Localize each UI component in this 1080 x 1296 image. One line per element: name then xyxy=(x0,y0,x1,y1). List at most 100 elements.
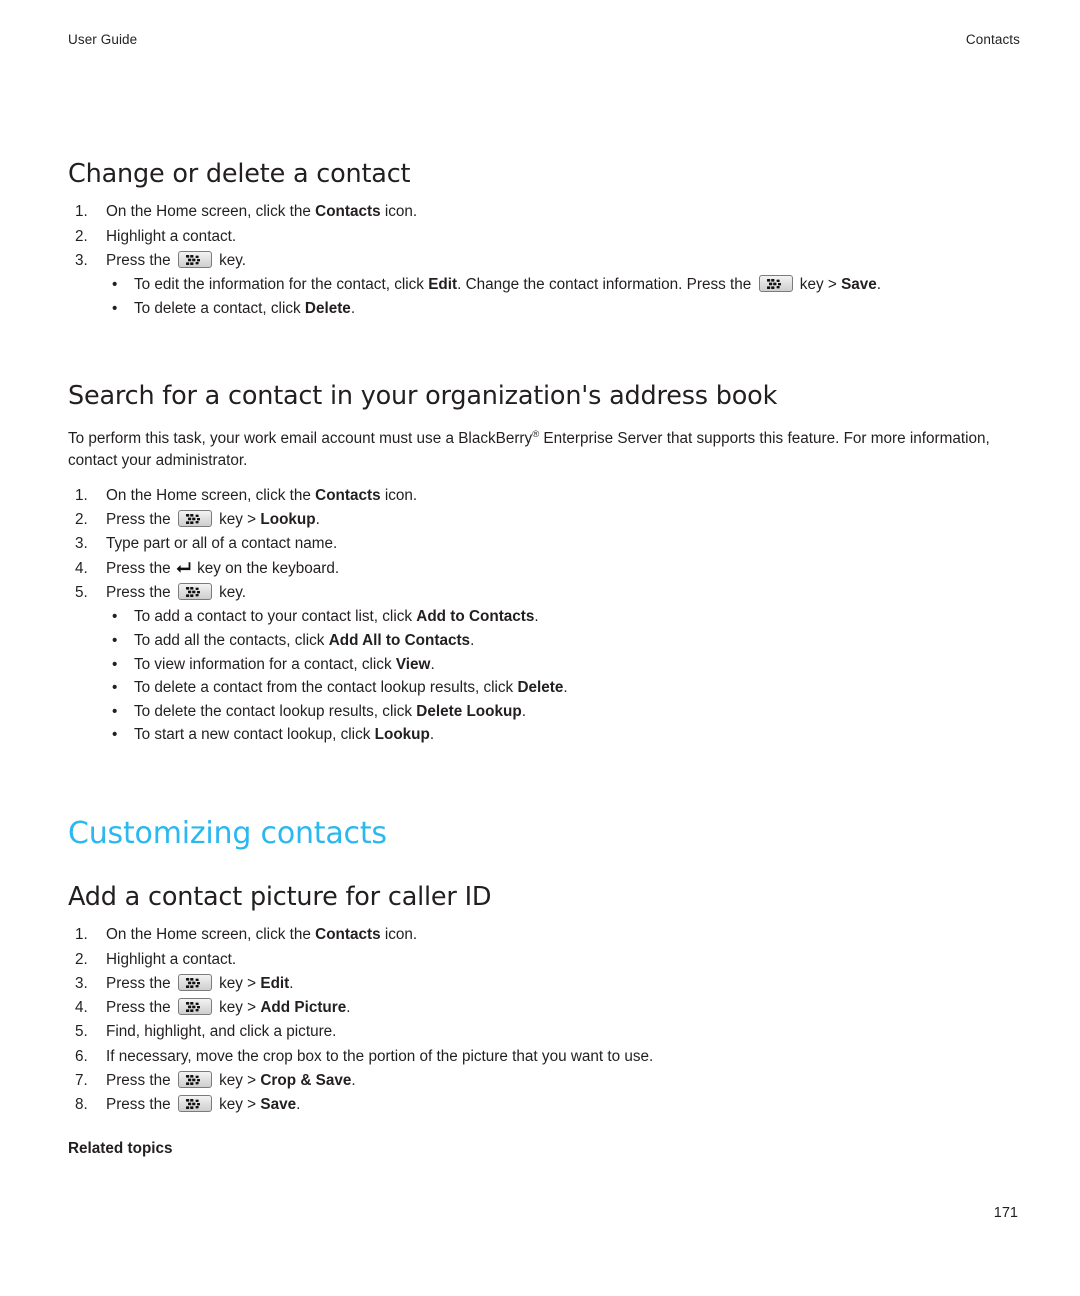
bullet-item: • To delete a contact from the contact lo… xyxy=(68,676,998,700)
step-text: If necessary, move the crop box to the p… xyxy=(106,1047,654,1065)
steps-search-org-address-book: 1. On the Home screen, click the Contacts… xyxy=(68,484,998,747)
emphasis-term: Save xyxy=(260,1096,297,1114)
bullet-item: • To edit the information for the contact… xyxy=(68,273,998,297)
step-number: 3. xyxy=(75,535,88,553)
step-number: 7. xyxy=(75,1072,88,1090)
step-text: Highlight a contact. xyxy=(106,227,237,245)
step-item: 3. Press the key. xyxy=(68,249,998,273)
bullet-item: • To add a contact to your contact list, … xyxy=(68,605,998,629)
step-item: 4. Press the key > Add Picture. xyxy=(68,996,998,1020)
blackberry-menu-key-icon xyxy=(177,583,212,601)
emphasis-term: Lookup xyxy=(260,511,316,529)
section-add-contact-picture: Add a contact picture for caller ID 1. On… xyxy=(68,881,998,1160)
bullet-marker-icon: • xyxy=(112,299,118,317)
bullet-marker-icon: • xyxy=(112,276,118,294)
step-text: Press the key on the keyboard. xyxy=(106,559,340,577)
step-text: Press the key > Edit. xyxy=(106,973,294,992)
emphasis-term: Delete xyxy=(304,299,351,317)
step-item: 7. Press the key > Crop & Save. xyxy=(68,1069,998,1093)
blackberry-menu-key-icon xyxy=(177,973,212,991)
step-text: Highlight a contact. xyxy=(106,950,237,968)
bullet-text: To add all the contacts, click Add All t… xyxy=(134,631,475,649)
bullet-marker-icon: • xyxy=(112,702,118,720)
page-number: 171 xyxy=(993,1205,1018,1221)
running-header-left: User Guide xyxy=(68,32,138,47)
blackberry-menu-key-icon xyxy=(758,275,793,293)
bullet-marker-icon: • xyxy=(112,679,118,697)
step-number: 1. xyxy=(75,926,88,944)
section-customizing-contacts: Customizing contacts xyxy=(68,817,998,850)
emphasis-term: Contacts xyxy=(315,486,381,504)
document-page: User Guide Contacts Change or delete a c… xyxy=(0,0,1080,1296)
emphasis-term: Crop & Save xyxy=(260,1072,352,1090)
emphasis-term: Delete Lookup xyxy=(416,702,522,720)
step-item: 5. Find, highlight, and click a picture. xyxy=(68,1020,998,1044)
step-item: 2. Press the key > Lookup. xyxy=(68,508,998,532)
bullet-marker-icon: • xyxy=(112,631,118,649)
step-number: 1. xyxy=(75,203,88,221)
heading-add-contact-picture: Add a contact picture for caller ID xyxy=(68,881,492,912)
blackberry-menu-key-icon xyxy=(177,510,212,528)
emphasis-term: View xyxy=(395,655,431,673)
step-item: 3. Press the key > Edit. xyxy=(68,972,998,996)
step-number: 3. xyxy=(75,974,88,992)
step-item: 1. On the Home screen, click the Contacts… xyxy=(68,200,998,224)
step-number: 4. xyxy=(75,999,88,1017)
registered-trademark-symbol: ® xyxy=(532,428,540,440)
step-item: 6. If necessary, move the crop box to the… xyxy=(68,1045,998,1069)
emphasis-term: Contacts xyxy=(315,203,381,221)
step-text: On the Home screen, click the Contacts i… xyxy=(106,926,418,944)
step-item: 3. Type part or all of a contact name. xyxy=(68,532,998,556)
step-item: 5. Press the key. xyxy=(68,581,998,605)
step-number: 5. xyxy=(75,584,88,602)
bullet-marker-icon: • xyxy=(112,726,118,744)
bullet-item: • To view information for a contact, clic… xyxy=(68,653,998,677)
step-number: 6. xyxy=(75,1047,88,1065)
step-text: On the Home screen, click the Contacts i… xyxy=(106,486,418,504)
blackberry-menu-key-icon xyxy=(177,250,212,268)
bullet-item: • To add all the contacts, click Add All … xyxy=(68,629,998,653)
section-search-org-address-book: Search for a contact in your organizatio… xyxy=(68,382,998,747)
step-number: 8. xyxy=(75,1096,88,1114)
step-item: 2. Highlight a contact. xyxy=(68,225,998,249)
step-text: Find, highlight, and click a picture. xyxy=(106,1023,337,1041)
bullet-list: • To edit the information for the contact… xyxy=(68,273,998,320)
intro-paragraph-search-org: To perform this task, your work email ac… xyxy=(68,428,990,470)
blackberry-menu-key-icon xyxy=(177,1095,212,1113)
emphasis-term: Contacts xyxy=(315,926,381,944)
bullet-text: To view information for a contact, click… xyxy=(134,655,435,673)
heading-customizing-contacts: Customizing contacts xyxy=(68,815,387,851)
bullet-text: To delete the contact lookup results, cl… xyxy=(134,702,526,720)
blackberry-menu-key-icon xyxy=(177,1071,212,1089)
enter-return-key-icon xyxy=(176,560,191,575)
bullet-text: To add a contact to your contact list, c… xyxy=(134,608,539,626)
step-number: 2. xyxy=(75,950,88,968)
step-text: Press the key. xyxy=(106,250,247,269)
step-text: Type part or all of a contact name. xyxy=(106,535,338,553)
step-item: 2. Highlight a contact. xyxy=(68,948,998,972)
emphasis-term: Add Picture xyxy=(260,999,347,1017)
step-item: 1. On the Home screen, click the Contacts… xyxy=(68,484,998,508)
step-number: 2. xyxy=(75,511,88,529)
blackberry-menu-key-icon xyxy=(177,998,212,1016)
emphasis-term: Delete xyxy=(517,679,564,697)
step-number: 5. xyxy=(75,1023,88,1041)
step-item: 4. Press the key on the keyboard. xyxy=(68,557,998,581)
bullet-text: To delete a contact from the contact loo… xyxy=(134,679,568,697)
bullet-item: • To start a new contact lookup, click Lo… xyxy=(68,723,998,747)
bullet-text: To edit the information for the contact,… xyxy=(134,275,882,294)
step-item: 8. Press the key > Save. xyxy=(68,1093,998,1117)
step-number: 1. xyxy=(75,486,88,504)
step-text: On the Home screen, click the Contacts i… xyxy=(106,203,418,221)
bullet-item: • To delete a contact, click Delete. xyxy=(68,297,998,321)
step-text: Press the key > Crop & Save. xyxy=(106,1071,356,1090)
bullet-list: • To add a contact to your contact list, … xyxy=(68,605,998,747)
bullet-text: To delete a contact, click Delete. xyxy=(134,299,356,317)
step-text: Press the key > Add Picture. xyxy=(106,998,351,1017)
emphasis-term: Lookup xyxy=(374,726,430,744)
emphasis-term: Save xyxy=(841,276,877,294)
heading-change-or-delete-a-contact: Change or delete a contact xyxy=(68,159,411,189)
running-header-right: Contacts xyxy=(965,32,1020,47)
step-text: Press the key. xyxy=(106,583,247,602)
emphasis-term: Add All to Contacts xyxy=(328,631,471,649)
